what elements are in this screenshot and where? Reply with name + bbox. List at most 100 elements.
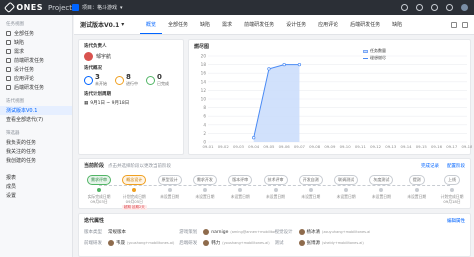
stage-name: 技术评审 [263,175,288,185]
sidebar-item-label: 测试版本V0.1 [6,108,38,114]
stage-item[interactable]: 上线 计划完成日期 09月18日 [437,175,467,204]
tab-design[interactable]: 设计任务 [280,15,312,34]
app-logo[interactable]: ONES Project [0,1,72,14]
property-cell[interactable]: 游戏策划 narnige(aming@annen+mobilitones.ai) [179,229,275,235]
sidebar-item-my-created[interactable]: 我创建的任务 [0,156,72,165]
stage-item[interactable]: 版本评审 未设置日期 [225,175,255,199]
property-cell[interactable]: 测试 张博源 (sheldy+mobilitones.ai) [275,240,370,246]
sidebar-item-backend[interactable]: 后端研发任务 [0,83,72,92]
y-tick-label: 8 [203,105,206,110]
x-tick-label: 09-14 [401,144,413,149]
sidebar-item-my-assigned[interactable]: 我负责的任务 [0,138,72,147]
stage-item[interactable]: 联调测试 未设置日期 [331,175,361,199]
property-key: 前端研发 [84,241,102,246]
tab-review[interactable]: 应用评论 [312,15,344,34]
sidebar-section-filters: 筛选器 [6,131,20,136]
stage-item[interactable]: 提测 未设置日期 [402,175,432,199]
stat-done[interactable]: 0 已完成 [146,74,169,87]
property-key: 测试 [274,241,284,246]
sidebar-item-review[interactable]: 应用评论 [0,74,72,83]
property-cell[interactable]: 版本类型 常规版本 [84,229,179,235]
sidebar-item-members[interactable]: 成员 [0,182,72,191]
stage-name: 上线 [444,175,460,185]
stage-item[interactable]: 概念设计 计划完成日期 09月05日 超期 延期2天 [119,175,149,210]
x-tick-label: 09-07 [294,144,306,149]
stage-item[interactable]: 需求评审 实际完成日期 09月03日 [84,175,114,204]
sidebar-item-label: 成员 [6,184,17,190]
project-label: 项目：格斗游戏 [82,5,118,11]
search-icon[interactable] [401,4,408,11]
stage-name: 联调测试 [334,175,359,185]
stage-date-label: 未设置日期 [407,194,427,199]
x-tick-label: 09-03 [233,144,245,149]
notification-icon[interactable] [431,4,438,11]
property-key: 视觉设计 [274,230,293,235]
version-selector[interactable]: 测试版本V0.1 ▾ [80,20,140,29]
sidebar-item-requirements[interactable]: 需求 [0,47,72,56]
avatar [298,229,305,235]
configure-stages-link[interactable]: 配置阶段 [447,163,465,169]
property-email: (zouyuhang+mobilitones.ai) [322,230,370,234]
tab-overview[interactable]: 概览 [140,15,163,34]
sidebar-item-my-followed[interactable]: 我关注的任务 [0,147,72,156]
more-icon[interactable] [462,21,468,28]
data-point [297,62,302,67]
progress-ring-icon [115,76,124,85]
stage-item[interactable]: 开发自测 未设置日期 [296,175,326,199]
sidebar-item-all-tasks[interactable]: 全部任务 [0,29,72,38]
calendar-icon: ▦ [84,100,89,106]
stage-name: 需求开发 [192,175,217,185]
series-area [253,64,300,142]
property-value: 韦晟 [116,241,125,246]
tab-all-tasks[interactable]: 全部任务 [162,15,194,34]
help-icon[interactable] [416,4,423,11]
tab-frontend[interactable]: 前端研发任务 [238,15,280,34]
sidebar-item-label: 报表 [6,175,17,181]
tab-backend[interactable]: 后端研发任务 [344,15,386,34]
sidebar-item-bugs[interactable]: 缺陷 [0,38,72,47]
bug-icon [6,40,11,45]
x-tick-label: 09-05 [263,144,275,149]
task-icon [6,85,11,90]
tab-defects[interactable]: 缺陷 [386,15,408,34]
avatar[interactable] [461,4,468,11]
x-tick-label: 09-02 [218,144,230,149]
stage-item[interactable]: 需求开发 未设置日期 [190,175,220,199]
settings-icon[interactable] [451,21,457,28]
stage-item[interactable]: 灰度测试 未设置日期 [366,175,396,199]
property-cell[interactable]: 前端研发 韦晟 (youshang+mobilitones.ai) [84,240,179,246]
x-tick-label: 09-11 [355,144,367,149]
owner-name[interactable]: 邹宇航 [96,53,111,60]
status-label: 迭代概况 [84,66,102,71]
property-value: 常规版本 [108,230,126,235]
property-cell[interactable]: 视觉设计 杨冰清 (zouyuhang+mobilitones.ai) [275,229,370,235]
tab-requirements[interactable]: 需求 [216,15,238,34]
property-key: 版本类型 [84,230,102,235]
sidebar-item-frontend[interactable]: 前端研发任务 [0,56,72,65]
tab-bar: 概览 全部任务 缺陷 需求 前端研发任务 设计任务 应用评论 后端研发任务 缺陷 [140,15,408,34]
sidebar-item-settings[interactable]: 设置 [0,191,72,200]
tab-bugs[interactable]: 缺陷 [194,15,216,34]
sidebar-item-label: 缺陷 [14,40,25,46]
sidebar-item-reports[interactable]: 报表 [0,173,72,182]
cycle-range[interactable]: ▦ 9月1日 ~ 9月18日 [84,100,178,107]
edit-properties-button[interactable]: 编辑属性 [447,218,465,224]
completion-record-link[interactable]: 完成记录 [421,163,439,169]
properties-title: 迭代属性 [84,218,105,224]
x-tick-label: 09-13 [385,144,397,149]
sidebar: 任务视图 全部任务 缺陷 需求 前端研发任务 设计任务 应用评论 后端研发任务 … [0,15,73,257]
sidebar-item-design[interactable]: 设计任务 [0,65,72,74]
property-cell[interactable]: 后端研发 韩力 (youshang+mobilitones.ai) [179,240,274,246]
sidebar-item-label: 设置 [6,193,17,199]
stat-in-progress[interactable]: 8 进行中 [115,74,138,87]
stage-item[interactable]: 原型设计 未设置日期 [155,175,185,199]
stage-item[interactable]: 技术评审 未设置日期 [261,175,291,199]
sidebar-item-current-iteration[interactable]: 测试版本V0.1 [0,106,72,115]
x-tick-label: 09-12 [370,144,382,149]
apps-icon[interactable] [446,4,453,11]
stage-date-label: 未设置日期 [266,194,285,199]
project-switcher[interactable]: 项目：格斗游戏 ▾ [72,4,123,11]
stat-not-started[interactable]: 3 未开始 [84,74,107,87]
stage-date-label: 未设置日期 [301,194,321,199]
sidebar-item-all-iterations[interactable]: 查看全部迭代(7) [0,115,72,124]
